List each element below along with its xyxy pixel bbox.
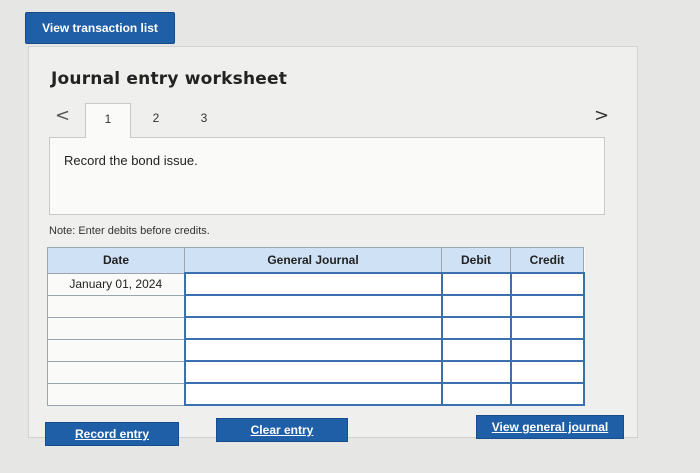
table-row: [47, 338, 585, 362]
credit-header: Credit: [510, 247, 584, 274]
record-entry-button[interactable]: Record entry: [45, 422, 179, 446]
table-row: [47, 360, 585, 384]
date-cell: [47, 316, 185, 340]
table-header-row: Date General Journal Debit Credit: [47, 247, 584, 274]
account-input[interactable]: [183, 382, 443, 406]
date-cell: [47, 360, 185, 384]
debit-input[interactable]: [440, 382, 512, 406]
account-input[interactable]: [183, 338, 443, 362]
table-row: [47, 382, 585, 406]
debit-header: Debit: [441, 247, 511, 274]
debit-input[interactable]: [440, 272, 512, 296]
clear-entry-button[interactable]: Clear entry: [216, 418, 348, 442]
credit-input[interactable]: [509, 338, 585, 362]
account-input[interactable]: [183, 316, 443, 340]
debit-input[interactable]: [440, 316, 512, 340]
debit-input[interactable]: [440, 294, 512, 318]
transaction-description-box: Record the bond issue.: [49, 137, 605, 215]
chevron-right-icon[interactable]: >: [594, 105, 609, 126]
account-input[interactable]: [183, 360, 443, 384]
transaction-description: Record the bond issue.: [64, 153, 198, 168]
view-transaction-list-button[interactable]: View transaction list: [25, 12, 175, 44]
general-journal-header: General Journal: [184, 247, 442, 274]
date-cell: [47, 338, 185, 362]
credit-input[interactable]: [509, 272, 585, 296]
table-row: January 01, 2024: [47, 272, 585, 296]
account-input[interactable]: [183, 294, 443, 318]
date-header: Date: [47, 247, 185, 274]
journal-entry-panel: Journal entry worksheet < 1 2 3 > Record…: [28, 46, 638, 438]
credit-input[interactable]: [509, 294, 585, 318]
page-title: Journal entry worksheet: [51, 69, 288, 89]
date-cell: [47, 382, 185, 406]
view-general-journal-button[interactable]: View general journal: [476, 415, 624, 439]
note-text: Note: Enter debits before credits.: [49, 225, 210, 237]
journal-table: Date General Journal Debit Credit Januar…: [47, 247, 585, 406]
tab-2[interactable]: 2: [141, 103, 171, 135]
table-row: [47, 316, 585, 340]
account-input[interactable]: [183, 272, 443, 296]
tab-3[interactable]: 3: [189, 103, 219, 135]
date-cell: January 01, 2024: [47, 272, 185, 296]
date-cell: [47, 294, 185, 318]
credit-input[interactable]: [509, 316, 585, 340]
debit-input[interactable]: [440, 338, 512, 362]
tab-1[interactable]: 1: [85, 103, 131, 138]
credit-input[interactable]: [509, 360, 585, 384]
chevron-left-icon[interactable]: <: [55, 105, 70, 126]
credit-input[interactable]: [509, 382, 585, 406]
debit-input[interactable]: [440, 360, 512, 384]
table-row: [47, 294, 585, 318]
